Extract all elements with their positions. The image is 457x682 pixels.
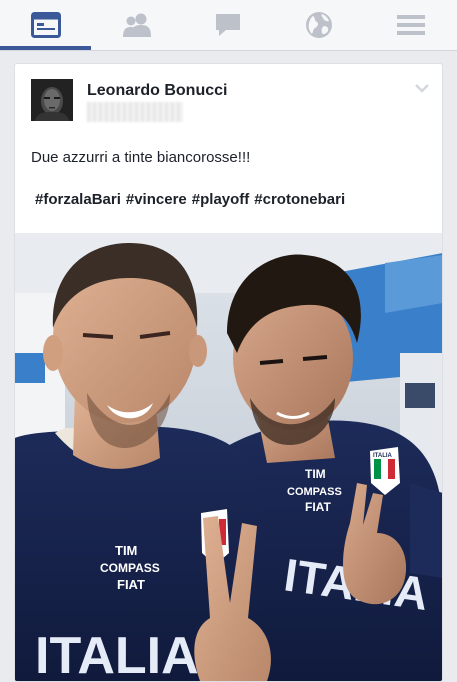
tab-news-feed[interactable] bbox=[0, 0, 91, 50]
globe-icon bbox=[305, 12, 332, 38]
sponsor-compass-left: COMPASS bbox=[100, 561, 160, 575]
badge-text: ITALIA bbox=[373, 453, 393, 459]
sponsor-fiat-right: FIAT bbox=[305, 500, 331, 514]
selfie-illustration: TIM COMPASS FIAT ITALIA ITALIA bbox=[15, 233, 442, 681]
shirt-text-left: ITALIA bbox=[35, 627, 199, 681]
sponsor-tim-left: TIM bbox=[115, 543, 137, 558]
tab-messages[interactable] bbox=[182, 0, 273, 50]
post-card: Leonardo Bonucci Due azzurri a tinte bia… bbox=[14, 63, 443, 682]
author-avatar[interactable] bbox=[31, 79, 73, 121]
tab-more-menu[interactable] bbox=[364, 0, 457, 50]
news-feed-icon bbox=[30, 12, 61, 38]
author-avatar-image bbox=[31, 79, 73, 121]
hashtag-link[interactable]: #playoff bbox=[192, 191, 250, 208]
hashtag-list: #forzalaBari #vincere #playoff #crotonebari bbox=[35, 191, 350, 208]
top-navigation-bar bbox=[0, 0, 457, 51]
messages-icon bbox=[215, 14, 240, 36]
blurred-timestamp bbox=[87, 102, 183, 122]
tab-notifications[interactable] bbox=[273, 0, 364, 50]
sponsor-fiat-left: FIAT bbox=[117, 577, 145, 592]
tab-friend-requests[interactable] bbox=[91, 0, 182, 50]
sponsor-compass-right: COMPASS bbox=[287, 486, 342, 498]
hashtag-link[interactable]: #vincere bbox=[126, 191, 187, 208]
hashtag-link[interactable]: #crotonebari bbox=[254, 191, 345, 208]
menu-icon bbox=[396, 15, 425, 35]
author-name[interactable]: Leonardo Bonucci bbox=[87, 82, 227, 100]
friends-icon bbox=[122, 13, 151, 37]
hashtag-link[interactable]: #forzalaBari bbox=[35, 191, 121, 208]
post-photo[interactable]: TIM COMPASS FIAT ITALIA ITALIA bbox=[15, 233, 442, 681]
chevron-down-icon[interactable] bbox=[414, 82, 430, 94]
post-text: Due azzurri a tinte biancorosse!!! bbox=[31, 149, 251, 166]
sponsor-tim-right: TIM bbox=[305, 467, 326, 481]
